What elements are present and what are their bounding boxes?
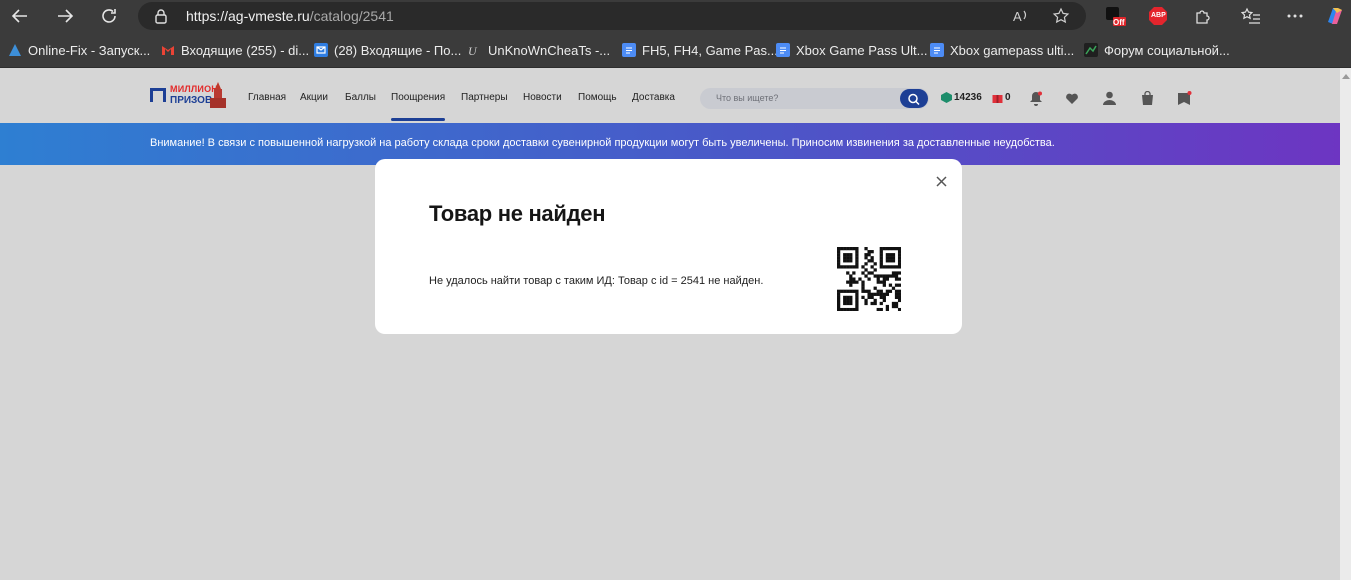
logo-mark	[150, 88, 166, 102]
browser-toolbar: https://ag-vmeste.ru/catalog/2541 A Off …	[0, 0, 1351, 32]
not-found-modal: Товар не найден Не удалось найти товар с…	[375, 159, 962, 334]
docs-icon	[930, 43, 944, 57]
nav-partners[interactable]: Партнеры	[461, 92, 508, 103]
extension-off-icon[interactable]: Off	[1104, 5, 1126, 27]
gem-icon	[941, 92, 952, 103]
favorite-star-icon[interactable]	[1052, 7, 1070, 30]
extension-off-badge: Off	[1113, 18, 1125, 27]
search-button[interactable]	[900, 89, 928, 108]
url-host: https://ag-vmeste.ru	[186, 8, 310, 24]
lock-icon[interactable]	[154, 8, 168, 29]
address-bar[interactable]: https://ag-vmeste.ru/catalog/2541 A	[138, 2, 1086, 30]
notice-text: Внимание! В связи с повышенной нагрузкой…	[150, 137, 1055, 149]
bookmark-unknowncheats[interactable]: U UnKnoWnCheaTs -...	[468, 41, 610, 59]
page-viewport: МИЛЛИОН ПРИЗОВ Главная Акции Баллы Поощр…	[0, 68, 1340, 580]
url-text[interactable]: https://ag-vmeste.ru/catalog/2541	[186, 8, 394, 24]
bell-icon[interactable]	[1028, 90, 1044, 106]
nav-delivery[interactable]: Доставка	[632, 92, 675, 103]
bookmark-label: Online-Fix - Запуск...	[28, 42, 151, 58]
bookmark-forum[interactable]: Форум социальной...	[1084, 41, 1230, 59]
gift-icon	[992, 95, 1003, 103]
bookmark-online-fix[interactable]: Online-Fix - Запуск...	[8, 41, 150, 59]
adblock-label: ABP	[1151, 12, 1166, 19]
logo-line2: ПРИЗОВ	[170, 95, 213, 106]
adblock-icon[interactable]: ABP	[1147, 5, 1169, 27]
favorites-list-icon[interactable]	[1240, 5, 1262, 27]
bookmark-mail[interactable]: (28) Входящие - По...	[314, 41, 461, 59]
online-fix-icon	[8, 43, 22, 57]
modal-title: Товар не найден	[429, 201, 606, 226]
heart-icon[interactable]	[1064, 90, 1080, 106]
bookmark-docs-1[interactable]: FH5, FH4, Game Pas...	[622, 41, 778, 59]
qr-code-image	[837, 247, 901, 311]
forum-icon	[1084, 43, 1098, 57]
search-icon	[908, 93, 920, 105]
nav-main[interactable]: Главная	[248, 92, 286, 103]
nav-promotions[interactable]: Акции	[300, 92, 328, 103]
bookmarks-bar: Online-Fix - Запуск... Входящие (255) - …	[0, 32, 1351, 68]
site-logo[interactable]: МИЛЛИОН ПРИЗОВ	[150, 82, 230, 112]
nav-news[interactable]: Новости	[523, 92, 562, 103]
gifts-value: 0	[1005, 92, 1011, 103]
search-input[interactable]: Что вы ищете?	[716, 93, 778, 103]
copilot-icon[interactable]	[1324, 5, 1346, 27]
site-header: МИЛЛИОН ПРИЗОВ Главная Акции Баллы Поощр…	[0, 68, 1340, 123]
bookmark-label: FH5, FH4, Game Pas...	[642, 42, 778, 58]
docs-icon	[776, 43, 790, 57]
points-counter[interactable]: 14236	[941, 92, 982, 103]
points-value: 14236	[954, 92, 982, 103]
scroll-up-arrow-icon[interactable]	[1342, 74, 1350, 79]
extensions-puzzle-icon[interactable]	[1192, 5, 1214, 27]
docs-icon	[622, 43, 636, 57]
scrollbar[interactable]	[1340, 68, 1351, 580]
svg-text:A: A	[1013, 9, 1022, 24]
bookmark-label: (28) Входящие - По...	[334, 42, 462, 58]
search-box[interactable]: Что вы ищете?	[700, 88, 929, 109]
close-icon[interactable]	[934, 174, 948, 188]
bookmark-gmail[interactable]: Входящие (255) - di...	[161, 41, 309, 59]
kremlin-tower-icon	[210, 82, 226, 108]
bookmark-label: Входящие (255) - di...	[181, 42, 310, 58]
gmail-icon	[161, 43, 175, 57]
nav-help[interactable]: Помощь	[578, 92, 617, 103]
forward-icon[interactable]	[53, 4, 77, 28]
uc-icon: U	[468, 43, 482, 58]
bookmark-label: Xbox Game Pass Ult...	[796, 42, 928, 58]
nav-points[interactable]: Баллы	[345, 92, 376, 103]
bag-icon[interactable]	[1139, 90, 1155, 106]
bookmark-notification-icon[interactable]	[1176, 90, 1192, 106]
svg-text:U: U	[468, 44, 478, 57]
mail-icon	[314, 43, 328, 57]
bookmark-label: UnKnoWnCheaTs -...	[488, 42, 611, 58]
read-aloud-icon[interactable]: A	[1012, 7, 1030, 30]
user-icon[interactable]	[1101, 90, 1117, 106]
bookmark-docs-2[interactable]: Xbox Game Pass Ult...	[776, 41, 928, 59]
nav-rewards[interactable]: Поощрения	[391, 92, 445, 103]
nav-active-indicator	[391, 118, 445, 121]
reload-icon[interactable]	[97, 4, 121, 28]
url-path: /catalog/2541	[309, 8, 394, 24]
back-icon[interactable]	[8, 4, 32, 28]
modal-message: Не удалось найти товар с таким ИД: Товар…	[429, 275, 764, 287]
gifts-counter[interactable]: 0	[992, 92, 1011, 103]
more-menu-icon[interactable]	[1284, 5, 1306, 27]
bookmark-label: Форум социальной...	[1104, 42, 1230, 58]
bookmark-label: Xbox gamepass ulti...	[950, 42, 1075, 58]
bookmark-docs-3[interactable]: Xbox gamepass ulti...	[930, 41, 1074, 59]
